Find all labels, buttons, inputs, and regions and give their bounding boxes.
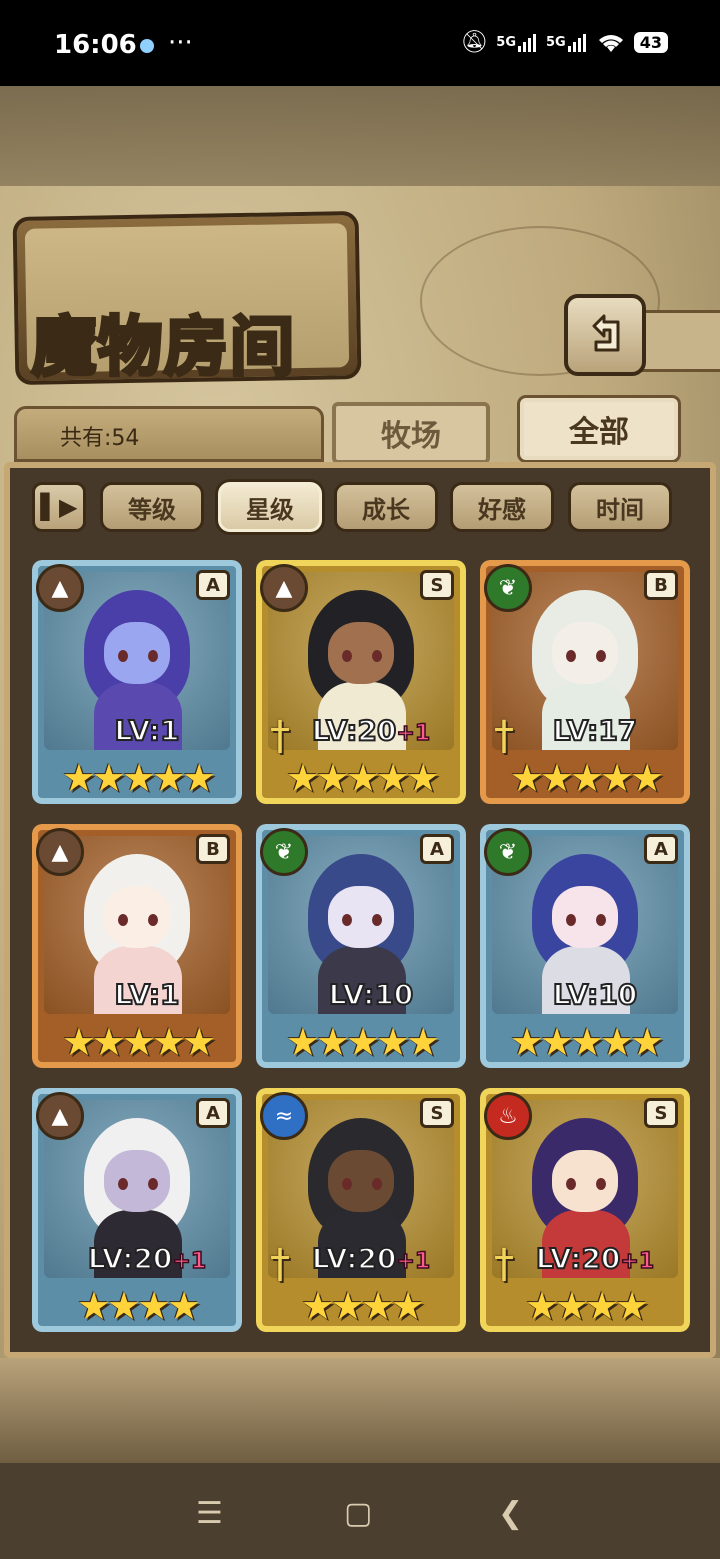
star-rating: ★★★★★ [285, 756, 440, 800]
mountain-icon: ▲ [260, 564, 308, 612]
tab-ranch[interactable]: 牧场 [332, 402, 490, 464]
back-button[interactable] [564, 294, 646, 376]
star-rating: ★★★★ [524, 1284, 649, 1328]
sort-time-button[interactable]: 时间 [568, 482, 672, 532]
sword-icon: † [494, 1241, 514, 1287]
monster-card[interactable]: ▲ A LV:20+1 ★★★★ [32, 1088, 242, 1332]
mountain-icon: ▲ [36, 564, 84, 612]
monster-count: 共有:54 [60, 426, 140, 451]
rank-badge: B [196, 834, 230, 864]
monster-card[interactable]: ❦ A LV:10 ★★★★★ [256, 824, 466, 1068]
monster-card[interactable]: ≈ S † LV:20+1 ★★★★ [256, 1088, 466, 1332]
menu-nav-button[interactable]: ☰ [196, 1496, 223, 1531]
level-label: LV:10 [328, 977, 415, 1012]
level-label: LV:20+1 [87, 1241, 207, 1276]
mountain-icon: ▲ [36, 1092, 84, 1140]
rank-badge: A [644, 834, 678, 864]
star-rating: ★★★★ [76, 1284, 201, 1328]
mountain-icon: ▲ [36, 828, 84, 876]
level-label: LV:10 [552, 977, 639, 1012]
monster-card[interactable]: ▲ B LV:1 ★★★★★ [32, 824, 242, 1068]
monster-card[interactable]: ♨ S † LV:20+1 ★★★★ [480, 1088, 690, 1332]
rank-badge: A [420, 834, 454, 864]
level-label: LV:1 [113, 977, 180, 1012]
rank-badge: S [420, 570, 454, 600]
rank-badge: B [644, 570, 678, 600]
map-decoration [0, 1358, 720, 1463]
wifi-icon [598, 34, 623, 52]
leaf-icon: ❦ [484, 564, 532, 612]
star-rating: ★★★★★ [61, 756, 216, 800]
sort-growth-button[interactable]: 成长 [334, 482, 438, 532]
sort-order-icon: ▌▶ [40, 493, 78, 521]
tab-all[interactable]: 全部 [520, 398, 678, 460]
flame-icon: ♨ [484, 1092, 532, 1140]
rank-badge: S [420, 1098, 454, 1128]
level-label: LV:1 [113, 713, 180, 748]
map-decoration [0, 86, 720, 186]
monster-card[interactable]: ▲ A LV:1 ★★★★★ [32, 560, 242, 804]
battery-icon: 43 [633, 32, 668, 53]
star-rating: ★★★★★ [61, 1020, 216, 1064]
level-label: LV:20+1 [535, 1241, 655, 1276]
wave-icon: ≈ [260, 1092, 308, 1140]
sort-star-button[interactable]: 星级 [218, 482, 322, 532]
signal-icon-2: 5G [546, 34, 588, 52]
monster-card[interactable]: ❦ A LV:10 ★★★★★ [480, 824, 690, 1068]
sort-affection-button[interactable]: 好感 [450, 482, 554, 532]
level-label: LV:20+1 [311, 713, 431, 748]
more-notifications-icon: ··· [168, 28, 193, 58]
app-notification-icon [140, 39, 154, 53]
star-rating: ★★★★ [300, 1284, 425, 1328]
rank-badge: A [196, 570, 230, 600]
star-rating: ★★★★★ [509, 756, 664, 800]
rank-badge: A [196, 1098, 230, 1128]
monster-card[interactable]: ▲ S † LV:20+1 ★★★★★ [256, 560, 466, 804]
rank-badge: S [644, 1098, 678, 1128]
page-title: 魔物房间 [30, 309, 296, 387]
level-label: LV:17 [552, 713, 639, 748]
back-rail [640, 310, 720, 372]
star-rating: ★★★★★ [509, 1020, 664, 1064]
status-bar: 16:06 ··· 🔕︎ 5G 5G 43 [0, 0, 720, 86]
return-arrow-icon [592, 314, 620, 352]
monster-card[interactable]: ❦ B † LV:17 ★★★★★ [480, 560, 690, 804]
leaf-icon: ❦ [484, 828, 532, 876]
signal-icon: 5G [496, 34, 538, 52]
level-label: LV:20+1 [311, 1241, 431, 1276]
sort-level-button[interactable]: 等级 [100, 482, 204, 532]
sort-order-toggle[interactable]: ▌▶ [32, 482, 86, 532]
mute-icon: 🔕︎ [460, 30, 489, 55]
clock: 16:06 [54, 30, 137, 60]
star-rating: ★★★★★ [285, 1020, 440, 1064]
back-nav-button[interactable]: ❮ [498, 1496, 523, 1531]
leaf-icon: ❦ [260, 828, 308, 876]
home-nav-button[interactable]: ▢ [344, 1496, 372, 1531]
sword-icon: † [270, 1241, 290, 1287]
